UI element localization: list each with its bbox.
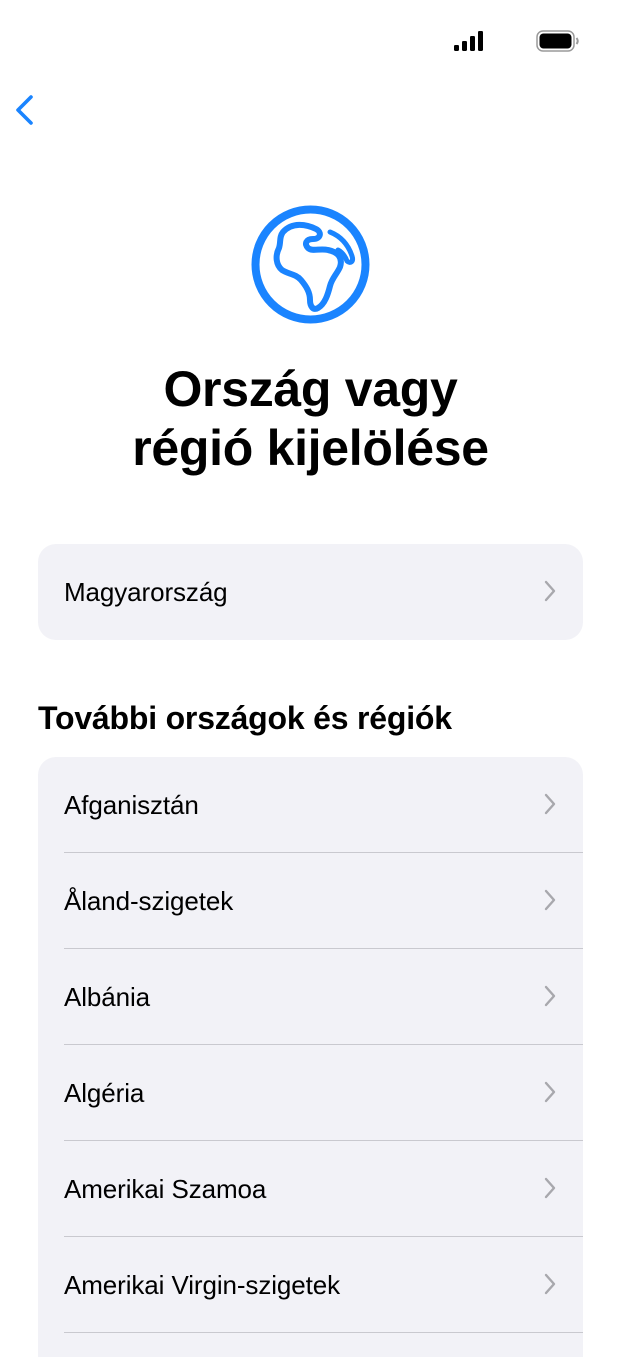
- page-title-line-1: Ország vagy: [163, 361, 458, 417]
- country-row[interactable]: Albánia: [38, 949, 583, 1045]
- country-label: Albánia: [64, 981, 151, 1012]
- row-divider: [64, 1332, 583, 1333]
- page-title-line-2: régió kijelölése: [132, 420, 489, 476]
- chevron-right-icon: [544, 1273, 556, 1295]
- country-row-hungary[interactable]: Magyarország: [38, 544, 583, 640]
- chevron-right-icon: [544, 1177, 556, 1199]
- chevron-right-icon: [544, 1081, 556, 1103]
- country-label: Magyarország: [64, 576, 228, 607]
- section-title-more-countries: További országok és régiók: [38, 700, 452, 736]
- country-row[interactable]: Åland-szigetek: [38, 853, 583, 949]
- country-label: Afganisztán: [64, 789, 199, 820]
- country-row[interactable]: Amerikai Szamoa: [38, 1141, 583, 1237]
- country-label: Amerikai Szamoa: [64, 1173, 267, 1204]
- country-list: Afganisztán Åland-szigetek Albánia Algér…: [38, 757, 583, 1357]
- country-row[interactable]: Afganisztán: [38, 757, 583, 853]
- battery-icon: [536, 30, 579, 52]
- country-row[interactable]: Amerikai Virgin-szigetek: [38, 1237, 583, 1333]
- globe-icon: [251, 205, 370, 324]
- suggested-country-card: Magyarország: [38, 544, 583, 640]
- country-label: Algéria: [64, 1077, 145, 1108]
- chevron-right-icon: [544, 580, 556, 602]
- chevron-right-icon: [544, 793, 556, 815]
- chevron-right-icon: [544, 985, 556, 1007]
- country-label: Åland-szigetek: [64, 885, 234, 916]
- country-label: Amerikai Virgin-szigetek: [64, 1269, 340, 1300]
- chevron-left-icon[interactable]: [10, 90, 40, 130]
- chevron-right-icon: [544, 889, 556, 911]
- country-row[interactable]: Algéria: [38, 1045, 583, 1141]
- page-title: Ország vagy régió kijelölése: [0, 360, 621, 478]
- status-bar: [0, 0, 621, 80]
- cellular-signal-icon: [454, 31, 483, 51]
